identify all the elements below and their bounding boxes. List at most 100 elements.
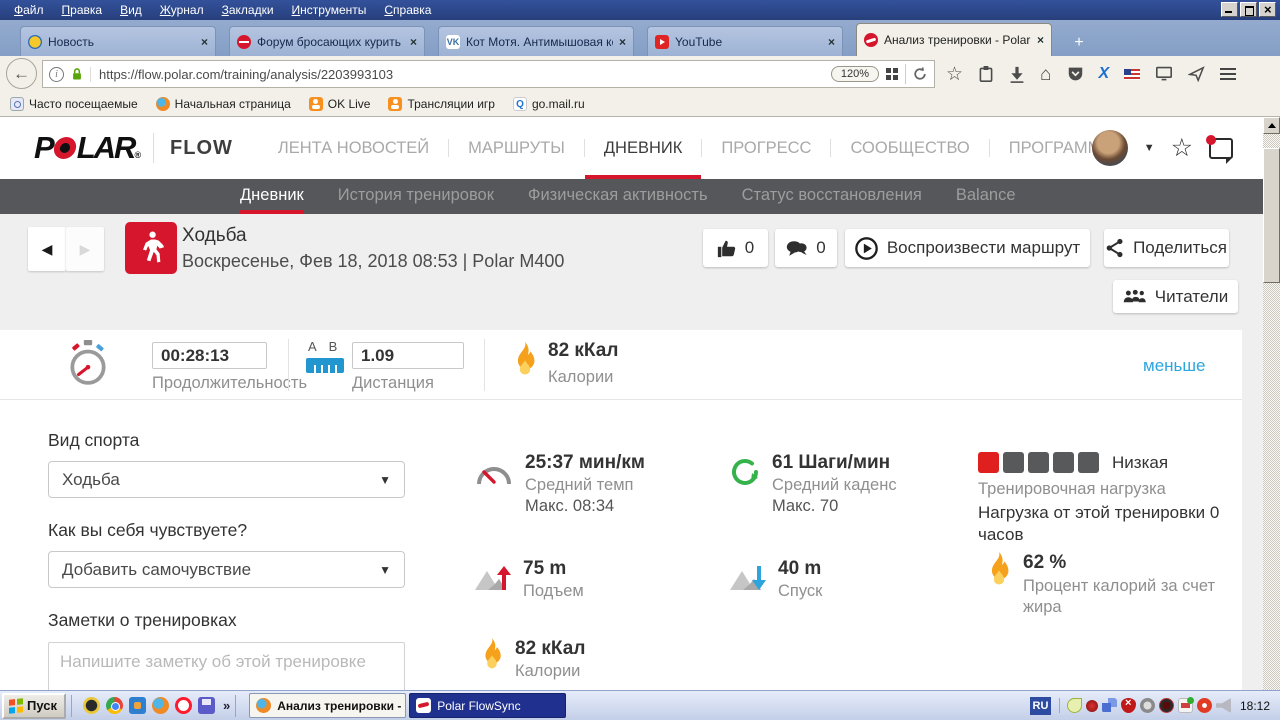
- notifications-chat-icon[interactable]: [1209, 138, 1233, 159]
- scroll-up-arrow[interactable]: [1263, 117, 1280, 134]
- tab-close-icon[interactable]: [201, 35, 208, 49]
- menu-bookmarks[interactable]: Закладки: [214, 1, 282, 19]
- tab-close-icon[interactable]: [828, 35, 835, 49]
- nav-progress[interactable]: ПРОГРЕСС: [702, 117, 830, 179]
- subnav-recovery[interactable]: Статус восстановления: [742, 179, 922, 214]
- avatar[interactable]: [1092, 130, 1128, 166]
- hamburger-menu-icon[interactable]: [1220, 68, 1236, 80]
- home-icon[interactable]: ⌂: [1040, 65, 1051, 84]
- us-flag-icon[interactable]: [1124, 69, 1140, 80]
- https-lock-icon: [70, 66, 84, 82]
- bookmark-oklive[interactable]: OK Live: [309, 97, 371, 111]
- duration-input[interactable]: [152, 342, 267, 369]
- nav-community[interactable]: СООБЩЕСТВО: [831, 117, 988, 179]
- scrollbar-thumb[interactable]: [1263, 148, 1280, 283]
- chevron-down-icon[interactable]: ▼: [1144, 142, 1155, 154]
- chevron-down-icon: ▼: [379, 563, 391, 577]
- opera-icon[interactable]: [175, 697, 192, 714]
- subnav-diary[interactable]: Дневник: [240, 179, 304, 214]
- url-bar[interactable]: https://flow.polar.com/training/analysis…: [42, 60, 935, 88]
- notes-textarea[interactable]: [48, 642, 405, 690]
- mail-check-icon[interactable]: [1178, 698, 1193, 713]
- reload-icon[interactable]: [912, 66, 928, 82]
- shield-alert-icon[interactable]: [1121, 698, 1136, 713]
- close-button[interactable]: [1259, 2, 1276, 17]
- nav-routes[interactable]: МАРШРУТЫ: [449, 117, 584, 179]
- tab-forum[interactable]: Форум бросающих курить: [229, 26, 425, 56]
- toolbar-icons: ☆ ⌂ X: [940, 56, 1280, 92]
- menu-view[interactable]: Вид: [112, 1, 150, 19]
- restore-button[interactable]: [1240, 2, 1257, 17]
- bookmark-star-icon[interactable]: ☆: [946, 65, 963, 84]
- distance-input[interactable]: [352, 342, 464, 369]
- bookmark-streams[interactable]: Трансляции игр: [388, 97, 495, 111]
- back-button[interactable]: ←: [6, 58, 37, 89]
- new-tab-button[interactable]: [1067, 34, 1091, 56]
- replay-route-button[interactable]: Воспроизвести маршрут: [845, 229, 1090, 267]
- bookmark-homepage[interactable]: Начальная страница: [156, 97, 291, 111]
- menu-file[interactable]: Файл: [6, 1, 52, 19]
- task-firefox[interactable]: Анализ тренировки - ...: [249, 693, 406, 718]
- menu-history[interactable]: Журнал: [152, 1, 212, 19]
- tab-close-icon[interactable]: [619, 35, 626, 49]
- webcam-icon[interactable]: [1140, 698, 1155, 713]
- dark-app-icon[interactable]: [1159, 698, 1174, 713]
- page-scrollbar[interactable]: [1263, 117, 1280, 690]
- sport-type-select[interactable]: Ходьба ▼: [48, 461, 405, 498]
- subnav-history[interactable]: История тренировок: [338, 179, 494, 214]
- downloads-icon[interactable]: [1009, 66, 1025, 83]
- pocket-icon[interactable]: [1067, 66, 1084, 82]
- next-session-button[interactable]: ▶: [66, 227, 104, 271]
- tab-polar-active[interactable]: Анализ тренировки - Polar F...: [856, 23, 1052, 56]
- polar-logo[interactable]: PLAR®: [34, 130, 141, 166]
- tab-close-icon[interactable]: [410, 35, 417, 49]
- clock[interactable]: 18:12: [1240, 699, 1270, 713]
- page-info-icon[interactable]: [49, 67, 64, 82]
- nav-feed[interactable]: ЛЕНТА НОВОСТЕЙ: [259, 117, 448, 179]
- share-button[interactable]: Поделиться: [1104, 229, 1229, 267]
- ok-icon: [309, 97, 323, 111]
- feeling-select[interactable]: Добавить самочувствие ▼: [48, 551, 405, 588]
- screenshare-icon[interactable]: [1155, 66, 1173, 82]
- tab-news[interactable]: Новость: [20, 26, 216, 56]
- quick-launch-overflow[interactable]: »: [223, 698, 230, 713]
- firefox-icon[interactable]: [152, 697, 169, 714]
- player-icon[interactable]: [83, 697, 100, 714]
- bookmark-gomail[interactable]: go.mail.ru: [513, 97, 585, 111]
- tab-vk[interactable]: Кот Мотя. Антимышовая ко...: [438, 26, 634, 56]
- save-icon[interactable]: [198, 697, 215, 714]
- zoom-indicator[interactable]: 120%: [831, 66, 879, 82]
- antivirus-icon[interactable]: [1197, 698, 1212, 713]
- clipboard-icon[interactable]: [978, 65, 994, 83]
- speaker-icon[interactable]: [1216, 698, 1231, 713]
- url-text[interactable]: https://flow.polar.com/training/analysis…: [90, 67, 825, 82]
- task-flowsync[interactable]: Polar FlowSync: [409, 693, 566, 718]
- favorites-star-icon[interactable]: ☆: [1171, 133, 1193, 163]
- page-actions-icon[interactable]: [885, 67, 899, 81]
- subnav-activity[interactable]: Физическая активность: [528, 179, 708, 214]
- like-button[interactable]: 0: [703, 229, 768, 267]
- chrome-icon[interactable]: [106, 697, 123, 714]
- menu-help[interactable]: Справка: [376, 1, 439, 19]
- bookmark-frequent[interactable]: Часто посещаемые: [10, 97, 138, 111]
- tab-close-icon[interactable]: [1037, 33, 1044, 47]
- network-icon[interactable]: [1102, 698, 1117, 713]
- app-icon[interactable]: [129, 697, 146, 714]
- followers-button[interactable]: Читатели: [1113, 280, 1238, 313]
- previous-session-button[interactable]: ◀: [28, 227, 66, 271]
- less-link[interactable]: меньше: [1143, 356, 1205, 376]
- minimize-button[interactable]: [1221, 2, 1238, 17]
- language-indicator[interactable]: RU: [1030, 697, 1051, 715]
- start-button[interactable]: Пуск: [2, 693, 66, 719]
- x-extension-icon[interactable]: X: [1099, 65, 1110, 83]
- menu-edit[interactable]: Правка: [54, 1, 111, 19]
- comments-button[interactable]: 0: [775, 229, 837, 267]
- leaf-icon[interactable]: [1067, 698, 1082, 713]
- menu-tools[interactable]: Инструменты: [284, 1, 375, 19]
- subnav-balance[interactable]: Balance: [956, 179, 1016, 214]
- flow-wordmark[interactable]: FLOW: [170, 137, 233, 160]
- tab-youtube[interactable]: YouTube: [647, 26, 843, 56]
- red-dot-icon[interactable]: [1086, 700, 1098, 712]
- send-tab-icon[interactable]: [1188, 66, 1205, 82]
- nav-diary[interactable]: ДНЕВНИК: [585, 117, 702, 179]
